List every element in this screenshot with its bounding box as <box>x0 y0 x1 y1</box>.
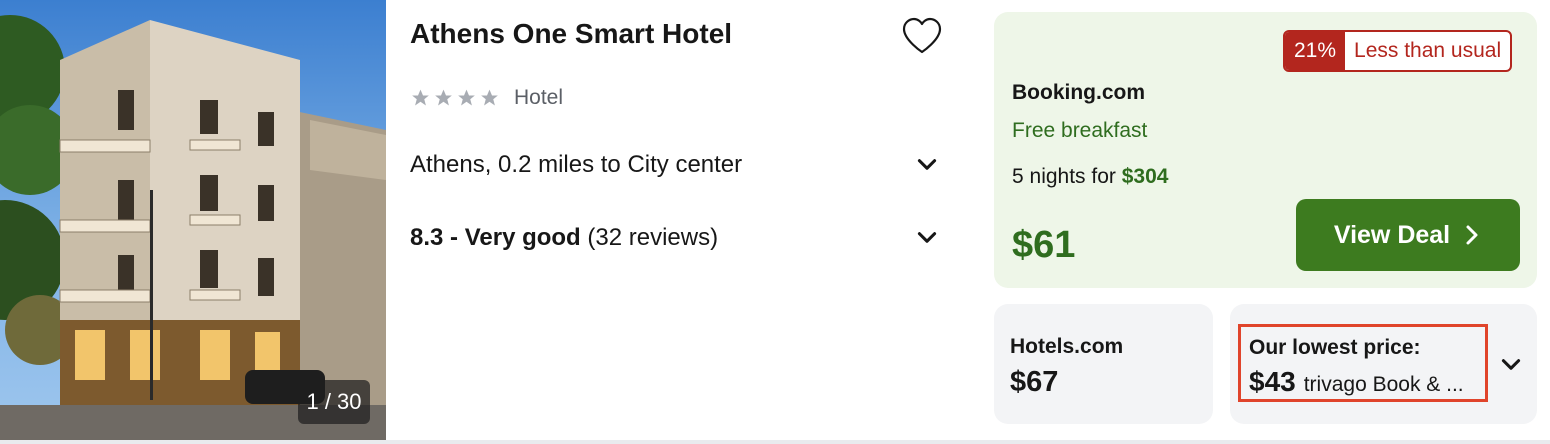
star-rating <box>410 88 500 108</box>
total-price: $304 <box>1121 165 1169 188</box>
view-deal-button[interactable]: View Deal <box>1296 199 1520 271</box>
chevron-right-icon <box>1466 225 1478 245</box>
star-icon <box>458 89 475 106</box>
star-icon <box>412 89 429 106</box>
lowest-price-highlight: Our lowest price: $43 trivago Book & ... <box>1238 324 1488 402</box>
main-deal[interactable]: 21% Less than usual Booking.com Free bre… <box>994 12 1537 288</box>
star-icon <box>481 89 498 106</box>
chevron-down-icon[interactable] <box>914 152 940 178</box>
star-icon <box>435 89 452 106</box>
alt-price: $67 <box>1010 366 1059 398</box>
heart-outline-icon <box>902 17 942 54</box>
chevron-down-icon[interactable] <box>1498 352 1524 378</box>
lowest-price-source: trivago Book & ... <box>1303 373 1464 396</box>
view-deal-label: View Deal <box>1333 220 1451 249</box>
hotel-card: 1 / 30 Athens One Smart Hotel Hotel Athe… <box>0 0 1550 440</box>
badge-percent: 21% <box>1285 32 1346 70</box>
hotel-class-row: Hotel <box>410 86 563 110</box>
nights-prefix: 5 nights for <box>1012 165 1122 188</box>
hotel-photo[interactable]: 1 / 30 <box>0 0 386 440</box>
nightly-price: $61 <box>1012 224 1076 266</box>
hotel-photo-illustration <box>0 15 386 440</box>
deal-perk: Free breakfast <box>1012 119 1148 142</box>
badge-text: Less than usual <box>1354 39 1502 62</box>
hotel-type: Hotel <box>514 86 564 109</box>
location-text: Athens, 0.2 miles to City center <box>410 151 743 178</box>
favorite-button[interactable] <box>900 15 944 57</box>
deal-provider: Booking.com <box>1012 81 1146 104</box>
photo-counter: 1 / 30 <box>298 380 370 424</box>
price-badge: 21% Less than usual <box>1283 30 1513 72</box>
lowest-price: $43 <box>1249 366 1296 397</box>
review-count: (32 reviews) <box>587 224 719 251</box>
location-row[interactable]: Athens, 0.2 miles to City center <box>410 148 940 182</box>
review-summary: 8.3 - Very good (32 reviews) <box>410 224 718 252</box>
hotel-name[interactable]: Athens One Smart Hotel <box>410 18 732 50</box>
alt-deal-hotels[interactable]: Hotels.com $67 <box>994 304 1213 424</box>
nights-total: 5 nights for $304 <box>1012 165 1168 189</box>
lowest-price-line: $43 trivago Book & ... <box>1249 366 1464 398</box>
alt-provider: Hotels.com <box>1010 335 1124 358</box>
chevron-down-icon[interactable] <box>914 225 940 251</box>
alt-deal-lowest[interactable]: Our lowest price: $43 trivago Book & ... <box>1230 304 1537 424</box>
lowest-price-label: Our lowest price: <box>1249 336 1421 359</box>
review-row[interactable]: 8.3 - Very good (32 reviews) <box>410 221 940 255</box>
rating-score: 8.3 - Very good <box>410 224 581 251</box>
